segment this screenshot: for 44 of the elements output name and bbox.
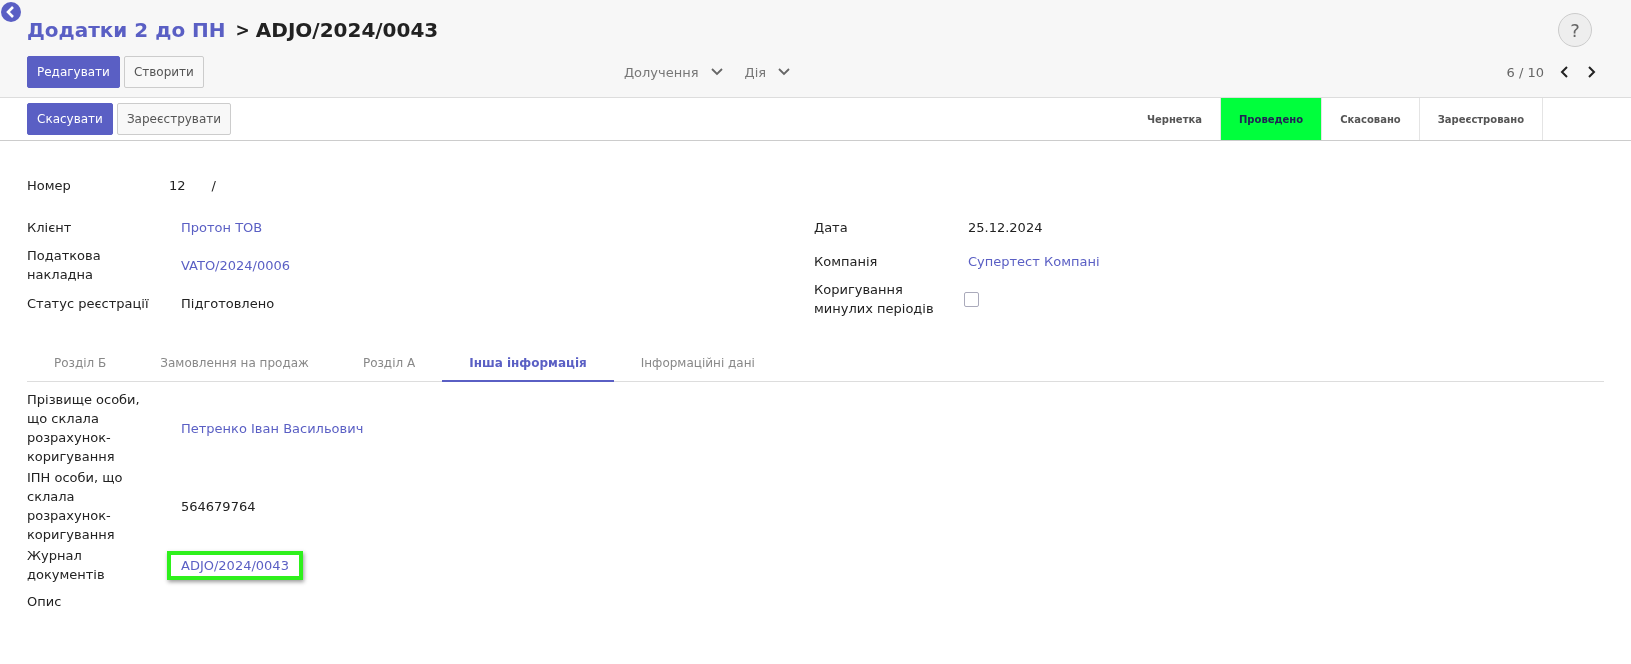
tab[interactable]: Розділ Б — [27, 346, 134, 382]
checkbox[interactable] — [964, 291, 979, 307]
field-label: Дата — [814, 218, 849, 237]
field-link[interactable]: VATO/2024/0006 — [167, 250, 305, 280]
field-label: ІПН особи, що склала розрахунок-коригування — [27, 469, 124, 544]
field-label: Клієнт — [27, 218, 73, 237]
tab[interactable]: Розділ А — [335, 346, 443, 382]
back-icon[interactable] — [1, 2, 21, 22]
field-link[interactable]: Супертест Компані — [954, 246, 1114, 276]
field-value: 564679764 — [180, 497, 257, 516]
button[interactable]: Скасувати — [27, 103, 113, 135]
breadcrumb-link[interactable]: Додатки 2 до ПН — [27, 18, 226, 42]
tab[interactable]: Інша інформація — [442, 346, 614, 382]
dropdown-button[interactable]: Долучення — [623, 64, 723, 80]
field-label: Опис — [27, 592, 63, 611]
button[interactable]: Редагувати — [27, 56, 120, 88]
tab[interactable]: Інформаційні дані — [613, 346, 782, 382]
tab[interactable]: Замовлення на продаж — [133, 346, 336, 382]
field-label: Номер — [27, 177, 72, 195]
field-label: Коригування минулих періодів — [814, 281, 935, 318]
help-button[interactable]: ? — [1558, 13, 1592, 47]
field-link[interactable]: Протон ТОВ — [167, 212, 277, 242]
next-icon[interactable] — [1586, 66, 1596, 78]
breadcrumb-separator: > — [235, 20, 250, 40]
field-value: / — [211, 178, 216, 193]
button[interactable]: Зареєструвати — [116, 103, 232, 135]
field-link[interactable]: Петренко Іван Васильович — [167, 413, 378, 443]
field-value: Підготовлено — [180, 294, 276, 313]
field-label: Прізвище особи, що склала розрахунок-коригування — [27, 391, 141, 466]
record-title: ADJO/2024/0043 — [255, 18, 439, 42]
field-label: Компанія — [814, 252, 879, 271]
field-link[interactable]: ADJO/2024/0043 — [167, 550, 303, 580]
field-label: Податкова накладна — [27, 247, 102, 284]
button[interactable]: Створити — [123, 56, 204, 88]
field-value: 12 — [168, 177, 187, 195]
field-label: Статус реєстрації — [27, 294, 150, 313]
field-label: Журнал документів — [27, 547, 106, 584]
previous-icon[interactable] — [1560, 66, 1570, 78]
status-stage[interactable]: Проведено — [1221, 98, 1323, 140]
caret-icon — [710, 68, 723, 76]
dropdown-button[interactable]: Дія — [744, 64, 791, 80]
field-value: 25.12.2024 — [967, 218, 1044, 237]
pager-counter: 6 / 10 — [1506, 64, 1544, 80]
caret-icon — [778, 68, 791, 76]
